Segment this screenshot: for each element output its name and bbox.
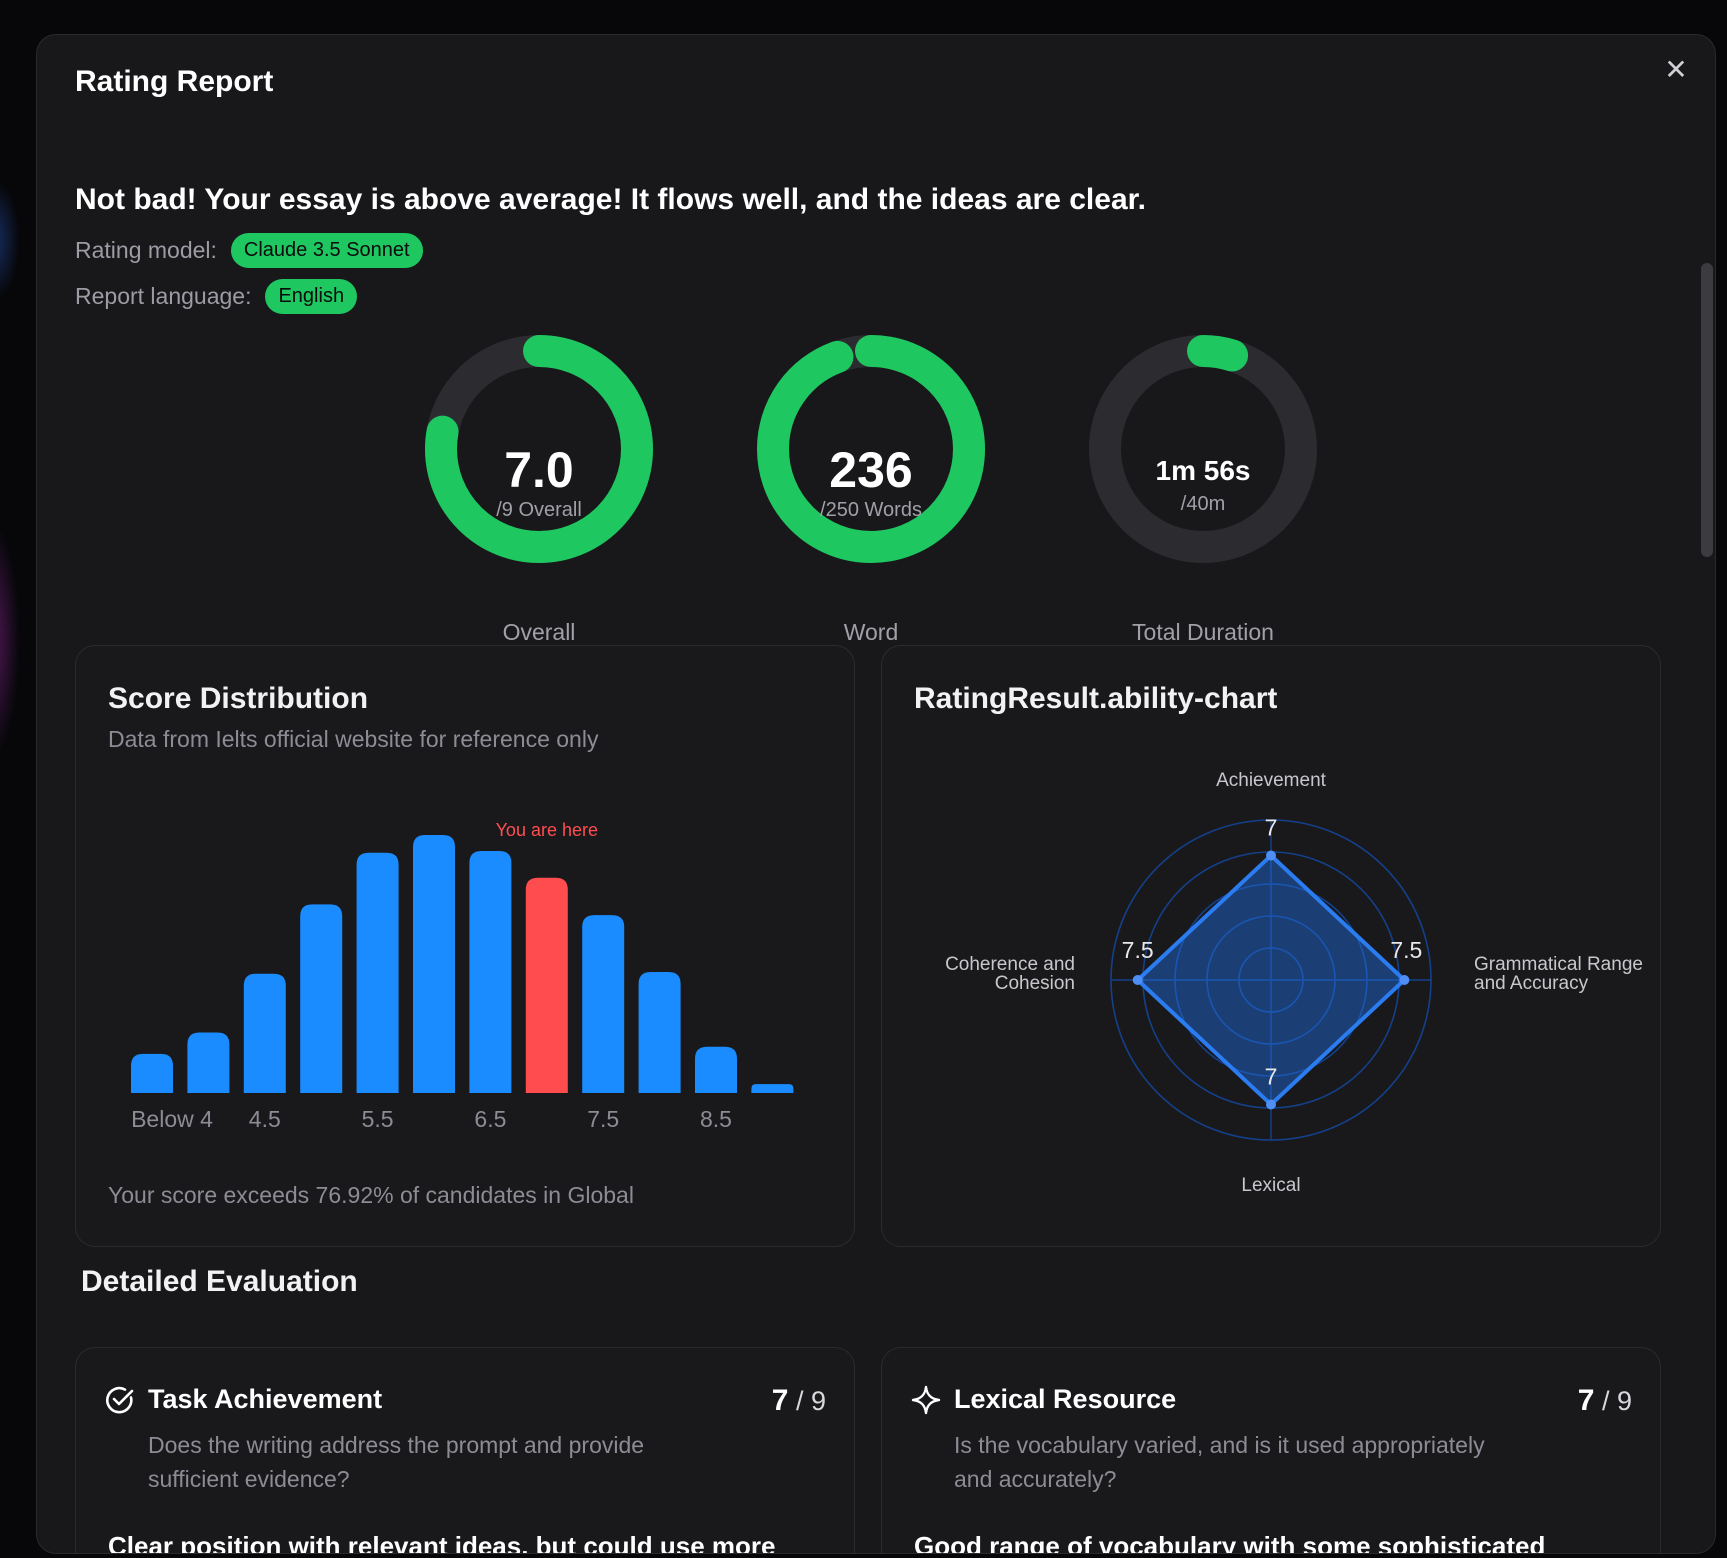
score-distribution-chart: You are here Below 4 4.5 5.5 6.5 7.5 8.5 (131, 820, 794, 1132)
bar (582, 915, 625, 1093)
bar (187, 1032, 230, 1093)
ability-chart-card: RatingResult.ability-chart 7 7.5 7 7.5 Achie… (881, 645, 1661, 1247)
bar-highlighted (525, 877, 568, 1093)
word-count-value: 236 (829, 442, 913, 498)
rating-model-badge: Claude 3.5 Sonnet (230, 233, 423, 268)
word-label: Word (843, 619, 899, 645)
duration-ring: 1m 56s /40m Total Duration (1083, 329, 1323, 659)
score-distribution-card: Score Distribution Data from Ielts offic… (75, 645, 855, 1247)
scrollbar[interactable] (1699, 131, 1715, 1541)
lexical-resource-score: 7 / 9 (1578, 1384, 1632, 1418)
duration-sub: /40m (1180, 493, 1226, 515)
lexical-resource-description: Is the vocabulary varied, and is it used… (954, 1432, 1485, 1492)
background-glow (0, 520, 20, 760)
bar (356, 852, 399, 1093)
overall-score-sub: /9 Overall (496, 499, 582, 521)
radar-axis-label: Coherence and Cohesion (945, 954, 1075, 994)
you-are-here-label: You are here (496, 820, 598, 840)
x-tick-label: 8.5 (700, 1106, 732, 1132)
lexical-resource-summary: Good range of vocabulary with some sophi… (914, 1531, 1546, 1554)
radar-point (1266, 1099, 1276, 1110)
task-achievement-score: 7 / 9 (772, 1384, 826, 1418)
score-value: 7 (771, 1384, 789, 1417)
background-glow (0, 180, 20, 300)
duration-label: Total Duration (1132, 619, 1274, 645)
radar-point (1266, 850, 1276, 861)
word-ring: 236 /250 Words Word (751, 329, 991, 659)
rating-model-label: Rating model: (75, 237, 217, 263)
task-achievement-summary: Clear position with relevant ideas, but … (108, 1531, 776, 1554)
radar-axis-label: Lexical (1241, 1175, 1300, 1196)
overall-label: Overall (502, 619, 576, 645)
bar (413, 835, 455, 1093)
ability-chart-title: RatingResult.ability-chart (914, 682, 1278, 715)
report-language-row: Report language: English (75, 279, 358, 314)
radar-axis-label: Achievement (1216, 770, 1327, 791)
report-language-badge: English (265, 279, 358, 314)
radar-axis-label: Grammatical Range and Accuracy (1474, 954, 1643, 994)
rating-model-row: Rating model: Claude 3.5 Sonnet (75, 233, 423, 268)
task-achievement-card: Task Achievement 7 / 9 Does the writing … (75, 1347, 855, 1554)
score-distribution-title: Score Distribution (108, 682, 369, 715)
duration-ring-chart (1089, 335, 1317, 563)
sparkle-icon (911, 1385, 941, 1415)
radar-point (1399, 975, 1410, 985)
task-achievement-description: Does the writing address the prompt and … (148, 1432, 645, 1492)
bar (469, 851, 512, 1093)
check-circle-icon (106, 1386, 134, 1414)
word-count-sub: /250 Words (820, 499, 922, 521)
modal-title: Rating Report (75, 65, 274, 98)
bar (131, 1053, 173, 1093)
x-tick-label: 5.5 (362, 1106, 394, 1132)
x-tick-label: Below 4 (131, 1106, 213, 1132)
feedback-headline: Not bad! Your essay is above average! It… (75, 183, 1146, 216)
bar (300, 904, 343, 1093)
overall-ring: 7.0 /9 Overall Overall (419, 329, 659, 659)
scrollbar-thumb[interactable] (1701, 263, 1713, 557)
x-tick-label: 6.5 (474, 1106, 506, 1132)
radar-value-label: 7 (1265, 815, 1278, 841)
radar-value-label: 7.5 (1390, 937, 1422, 963)
score-value: 7 (1577, 1384, 1595, 1417)
detailed-evaluation-title: Detailed Evaluation (81, 1265, 358, 1298)
lexical-resource-name: Lexical Resource (954, 1384, 1177, 1414)
x-tick-label: 7.5 (587, 1106, 619, 1132)
bar (751, 1084, 794, 1093)
score-distribution-footer: Your score exceeds 76.92% of candidates … (108, 1182, 634, 1208)
overall-score-value: 7.0 (504, 442, 574, 498)
rating-report-modal: Rating Report ✕ Not bad! Your essay is a… (36, 34, 1716, 1554)
bar (243, 973, 286, 1093)
score-max: / 9 (795, 1386, 826, 1416)
score-max: / 9 (1601, 1386, 1632, 1416)
x-tick-label: 4.5 (249, 1106, 281, 1132)
bar (638, 972, 681, 1093)
close-icon[interactable]: ✕ (1659, 53, 1693, 87)
ability-radar-chart: 7 7.5 7 7.5 Achievement Grammatical Range and … (945, 770, 1643, 1196)
radar-value-label: 7 (1265, 1063, 1278, 1089)
task-achievement-name: Task Achievement (148, 1384, 383, 1414)
radar-point (1132, 975, 1143, 985)
duration-value: 1m 56s (1155, 455, 1251, 486)
lexical-resource-card: Lexical Resource 7 / 9 Is the vocabulary… (881, 1347, 1661, 1554)
bar (695, 1046, 737, 1093)
report-language-label: Report language: (75, 283, 252, 309)
radar-value-label: 7.5 (1122, 937, 1154, 963)
